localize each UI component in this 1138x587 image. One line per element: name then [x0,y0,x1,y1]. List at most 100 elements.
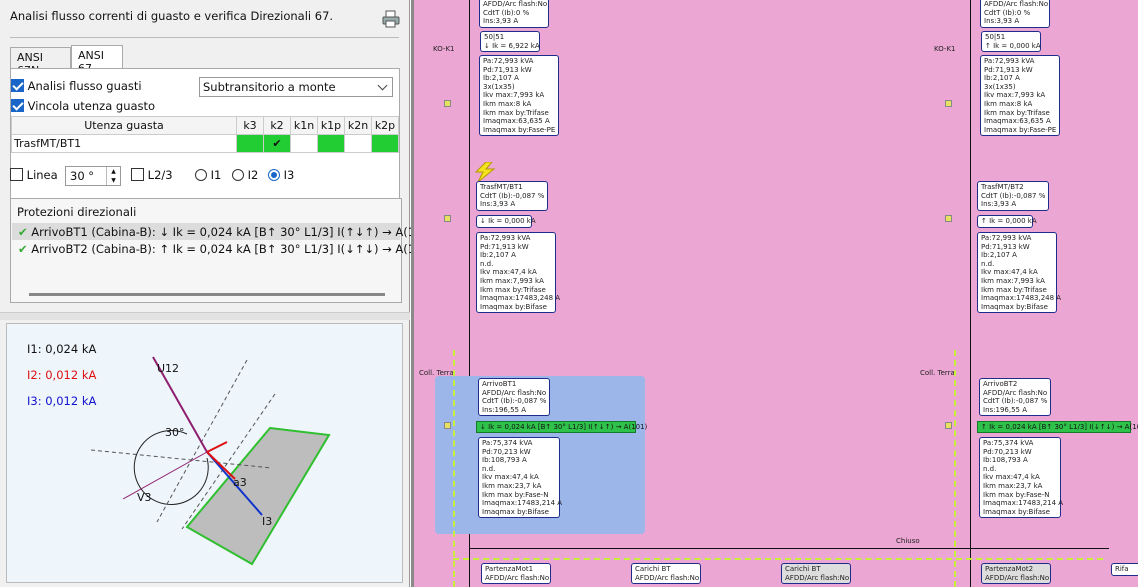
fault-grid: Utenza guasta k3 k2 k1n k1p k2n k2p Tras… [11,116,399,153]
cell-k1p[interactable] [317,134,345,153]
arrivo-box-left[interactable]: ArrivoBT1 AFDD/Arc flash:No CdtT (Ib):-0… [478,378,550,417]
arrivo-box-right[interactable]: ArrivoBT2 AFDD/Arc flash:No CdtT (Ib):-0… [979,378,1051,417]
box-line: Imaqmax by:Fase-PE [984,125,1057,134]
vincola-checkbox[interactable] [11,99,24,112]
analisi-row[interactable]: Analisi flusso guasti [11,79,142,93]
printer-icon[interactable] [382,10,400,28]
col-k2n: k2n [344,116,372,135]
box-line: Ikm max by:Fase-N [482,490,549,499]
prot-box-left[interactable]: 50|51 ↓ Ik = 6,922 kA [480,31,540,53]
box-line: CdtT (Ib):0 % [483,8,530,17]
box-line: Ikv max:47,4 kA [482,473,539,482]
l23-checkbox[interactable] [131,168,144,181]
linea-checkbox[interactable] [10,168,23,181]
linea-row[interactable]: Linea [10,168,58,182]
radio-i3[interactable]: I3 [268,168,294,182]
tab-ansi-67[interactable]: ANSI 67 [71,45,123,75]
cell-k2p[interactable] [371,134,399,153]
chiuso-label: Chiuso [896,537,920,545]
top-box-right[interactable]: AFDD/Arc flash:No CdtT (Ib):0 % Ins:3,93… [980,0,1050,28]
schematic-canvas[interactable]: AFDD/Arc flash:No CdtT (Ib):0 % Ins:3,93… [411,0,1138,587]
node-marker[interactable] [945,422,952,429]
trasf-box-left[interactable]: TrasfMT/BT1 CdtT (Ib):-0,087 % Ins:3,93 … [476,181,548,211]
direction-bar-left[interactable]: ↓ Ik = 0,024 kA [B↑ 30° L1/3] I(↑↓↑) → A… [476,421,647,433]
box-line: AFDD/Arc flash:No [485,573,550,582]
radio-i2-circle[interactable] [232,169,244,181]
load-box-right[interactable]: Pa:75,374 kVA Pd:70,213 kW Ib:108,793 A … [979,437,1063,519]
box-line: Pa:72,993 kVA [483,57,534,65]
ik-box-right[interactable]: ↑ Ik = 0,000 kA [977,215,1037,228]
radio-i3-circle[interactable] [268,169,280,181]
tab-ansi-67n[interactable]: ANSI 67N [10,47,71,77]
box-line: n.d. [981,259,995,268]
box-line: Ib:2,107 A [984,74,1020,83]
box-line: Ikm max by:Fase-N [983,490,1050,499]
box-line: Pa:72,993 kVA [984,57,1035,65]
load-box-left[interactable]: Pa:75,374 kVA Pd:70,213 kW Ib:108,793 A … [478,437,562,519]
radio-i1-circle[interactable] [195,169,207,181]
cell-k2[interactable]: ✔ [263,134,291,153]
analisi-checkbox[interactable] [11,79,24,92]
protezione-text-2: ArrivoBT2 (Cabina-B): ↑ Ik = 0,024 kA [B… [31,242,427,256]
pe-line-bottom [453,558,1103,560]
box-line: ↑ Ik = 0,000 kA [985,41,1041,50]
spin-down-icon[interactable]: ▼ [106,176,120,185]
box-line: Ins:3,93 A [984,17,1020,26]
direction-bar-right[interactable]: ↑ Ik = 0,024 kA [B↑ 30° L1/3] I(↓↑↓) → A… [977,421,1138,433]
lightning-icon [474,162,496,182]
box-line: Ikv max:47,4 kA [981,268,1038,277]
box-line: Pd:71,913 kW [483,65,532,74]
protezione-item-2[interactable]: ✔ ArrivoBT2 (Cabina-B): ↑ Ik = 0,024 kA … [12,240,427,257]
radio-i1[interactable]: I1 [195,168,221,182]
spin-up-icon[interactable]: ▲ [106,167,120,176]
carichi-bt-box-2[interactable]: Carichi BT AFDD/Arc flash:No [781,563,851,585]
rifa-box[interactable]: Rifa [1111,563,1138,576]
top-box-left[interactable]: AFDD/Arc flash:No CdtT (Ib):0 % Ins:3,93… [479,0,549,28]
u12-label: U12 [157,362,180,375]
protezione-item-1[interactable]: ✔ ArrivoBT1 (Cabina-B): ↓ Ik = 0,024 kA … [12,223,434,240]
radio-i2[interactable]: I2 [232,168,258,182]
cell-k2n[interactable] [344,134,372,153]
fault-analysis-panel: Analisi flusso correnti di guasto e veri… [0,0,434,587]
coll-terra-right: Coll. Terra [920,369,955,377]
check-icon: ✔ [18,225,28,239]
radio-i2-label: I2 [247,168,259,182]
trasf-box-right[interactable]: TrasfMT/BT2 CdtT (Ib):-0,087 % Ins:3,93 … [977,181,1049,211]
vincola-row[interactable]: Vincola utenza guasto [11,99,155,113]
box-line: Pd:71,913 kW [984,65,1033,74]
l23-row[interactable]: L2/3 [131,168,173,182]
box-line: Ikm max:23,7 kA [482,481,542,490]
fault-type-dropdown[interactable]: Subtransitorio a monte [199,77,393,97]
box-line: AFDD/Arc flash:No [635,573,700,582]
bt-box-left[interactable]: Pa:72,993 kVA Pd:71,913 kW Ib:2,107 A n.… [476,232,560,314]
node-marker[interactable] [444,100,451,107]
carichi-bt-box-1[interactable]: Carichi BT AFDD/Arc flash:No [631,563,701,585]
bus-line-right [970,0,971,587]
partenza-mot2-box[interactable]: PartenzaMot2 AFDD/Arc flash:No [981,563,1051,585]
prot-box-right[interactable]: 50|51 ↑ Ik = 0,000 kA [981,31,1041,53]
node-marker[interactable] [945,100,952,107]
prot-tag-right: KO-K1 [934,45,956,53]
box-line: 50|51 [985,33,1006,41]
panel-title: Analisi flusso correnti di guasto e veri… [10,9,334,23]
node-marker[interactable] [444,422,451,429]
col-utenza-header: Utenza guasta [11,116,237,135]
pe-line-left [453,350,455,587]
node-marker[interactable] [444,215,451,222]
box-line: 50|51 [484,33,505,41]
angle-spinner[interactable]: 30 ° ▲ ▼ [65,166,121,186]
cell-k3[interactable] [236,134,264,153]
cell-k1n[interactable] [290,134,318,153]
box-line: Ikm max:7,993 kA [480,276,544,285]
box-line: Imaqmax by:Bifase [480,302,547,311]
box-line: Imaqmax by:Bifase [482,507,549,516]
horizontal-scrollbar[interactable] [29,293,385,296]
node-marker[interactable] [945,215,952,222]
ik-box-left[interactable]: ↓ Ik = 0,000 kA [476,215,536,228]
splitter[interactable] [0,312,410,320]
cable-box-left[interactable]: Pa:72,993 kVA Pd:71,913 kW Ib:2,107 A 3x… [479,55,559,137]
bt-box-right[interactable]: Pa:72,993 kVA Pd:71,913 kW Ib:2,107 A n.… [977,232,1061,314]
cable-box-right[interactable]: Pa:72,993 kVA Pd:71,913 kW Ib:2,107 A 3x… [980,55,1060,137]
partenza-mot1-box[interactable]: PartenzaMot1 AFDD/Arc flash:No [481,563,551,585]
protezione-text-1: ArrivoBT1 (Cabina-B): ↓ Ik = 0,024 kA [B… [31,225,435,239]
